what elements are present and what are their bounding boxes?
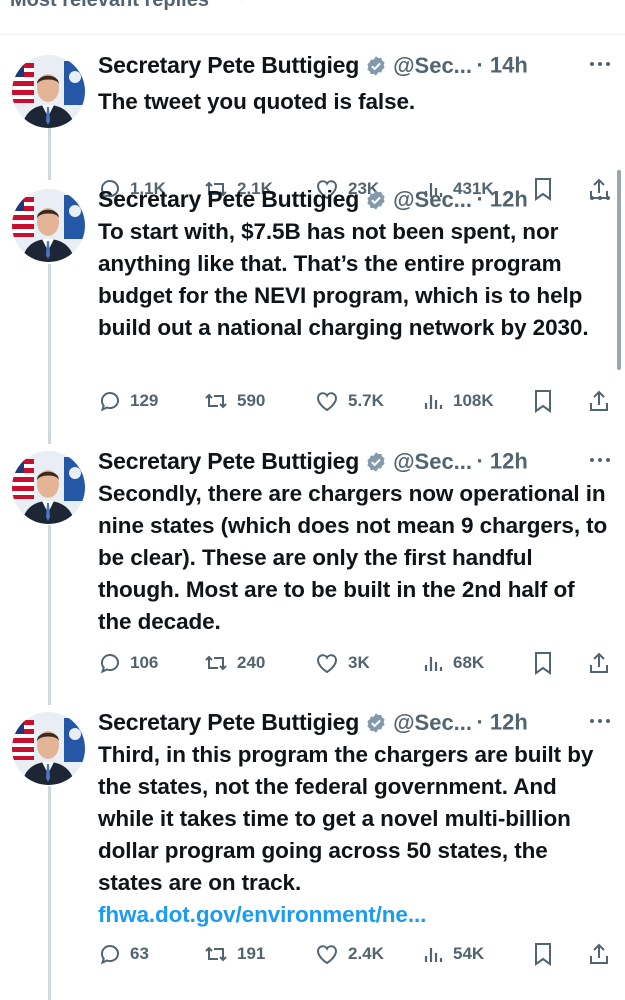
- tweet-text-content: To start with, $7.5B has not been spent,…: [98, 219, 589, 340]
- action-bar: 63 191 2.4K 54K: [98, 939, 618, 969]
- like-icon: [316, 654, 338, 674]
- author-name[interactable]: Secretary Pete Buttigieg: [98, 448, 359, 474]
- like-count: 2.4K: [348, 944, 384, 963]
- reply-button[interactable]: 129: [98, 386, 158, 416]
- author-name[interactable]: Secretary Pete Buttigieg: [98, 52, 359, 78]
- views-button[interactable]: 108K: [423, 386, 494, 416]
- tweet-link[interactable]: fhwa.dot.gov/environment/ne...: [98, 902, 426, 927]
- repost-icon: [205, 655, 227, 671]
- tweet-text: Third, in this program the chargers are …: [98, 739, 608, 931]
- reply-icon: [100, 945, 119, 965]
- repost-count: 240: [237, 653, 266, 672]
- tweet-header: Secretary Pete Buttigieg @Sec... · 12h: [98, 448, 618, 480]
- timestamp[interactable]: · 12h: [476, 710, 527, 735]
- repost-button[interactable]: 240: [203, 648, 265, 678]
- bookmark-icon[interactable]: [532, 941, 554, 967]
- author-name[interactable]: Secretary Pete Buttigieg: [98, 186, 359, 212]
- view-count: 54K: [453, 944, 485, 963]
- verified-badge-icon: [367, 55, 385, 76]
- repost-icon: [205, 946, 227, 962]
- bookmark-button[interactable]: [532, 648, 562, 678]
- bookmark-button[interactable]: [532, 939, 562, 969]
- avatar[interactable]: [12, 451, 85, 524]
- views-icon: [424, 657, 443, 671]
- timestamp[interactable]: · 14h: [476, 53, 527, 78]
- view-count: 68K: [453, 653, 485, 672]
- more-icon[interactable]: [588, 56, 612, 72]
- tweet-text: To start with, $7.5B has not been spent,…: [98, 216, 608, 344]
- tweet-header: Secretary Pete Buttigieg @Sec... · 12h: [98, 186, 618, 218]
- reply-tweet[interactable]: Secretary Pete Buttigieg @Sec... · 12h Se…: [0, 448, 625, 680]
- more-icon[interactable]: [588, 452, 612, 468]
- tweet-text-content: Secondly, there are chargers now operati…: [98, 481, 608, 634]
- tweet-text: The tweet you quoted is false.: [98, 86, 608, 118]
- reply-count: 106: [130, 653, 159, 672]
- reply-button[interactable]: 63: [98, 939, 149, 969]
- repost-icon: [205, 393, 227, 409]
- like-count: 5.7K: [348, 391, 384, 410]
- share-icon[interactable]: [587, 388, 611, 414]
- avatar[interactable]: [12, 55, 85, 128]
- reply-count: 129: [130, 391, 159, 410]
- author-handle[interactable]: @Sec...: [393, 187, 472, 212]
- chevron-down-icon: [240, 0, 242, 1]
- tweet-text: Secondly, there are chargers now operati…: [98, 478, 608, 638]
- reply-icon: [100, 654, 119, 674]
- like-button[interactable]: 5.7K: [314, 386, 384, 416]
- replies-sort-header[interactable]: Most relevant replies: [0, 0, 625, 35]
- tweet-header: Secretary Pete Buttigieg @Sec... · 14h: [98, 52, 618, 84]
- timestamp[interactable]: · 12h: [476, 187, 527, 212]
- share-button[interactable]: [587, 648, 619, 678]
- reply-tweet[interactable]: Secretary Pete Buttigieg @Sec... · 12h To…: [0, 186, 625, 418]
- reply-tweet[interactable]: Secretary Pete Buttigieg @Sec... · 14h Th…: [0, 52, 625, 206]
- scrollbar[interactable]: [617, 170, 621, 370]
- reply-icon: [100, 392, 119, 412]
- sort-label: Most relevant replies: [10, 0, 209, 11]
- repost-count: 590: [237, 391, 266, 410]
- views-button[interactable]: 54K: [423, 939, 484, 969]
- share-button[interactable]: [587, 939, 619, 969]
- verified-badge-icon: [367, 189, 385, 210]
- views-button[interactable]: 68K: [423, 648, 484, 678]
- avatar[interactable]: [12, 712, 85, 785]
- like-button[interactable]: 3K: [314, 648, 370, 678]
- bookmark-button[interactable]: [532, 386, 562, 416]
- more-icon[interactable]: [588, 713, 612, 729]
- tweet-header: Secretary Pete Buttigieg @Sec... · 12h: [98, 709, 618, 741]
- author-handle[interactable]: @Sec...: [393, 710, 472, 735]
- views-icon: [424, 395, 443, 409]
- share-icon[interactable]: [587, 941, 611, 967]
- tweet-text-content: The tweet you quoted is false.: [98, 89, 416, 114]
- repost-button[interactable]: 590: [203, 386, 265, 416]
- author-handle[interactable]: @Sec...: [393, 53, 472, 78]
- reply-tweet[interactable]: Secretary Pete Buttigieg @Sec... · 12h Th…: [0, 709, 625, 971]
- timestamp[interactable]: · 12h: [476, 449, 527, 474]
- view-count: 108K: [453, 391, 494, 410]
- like-icon: [316, 392, 338, 412]
- repost-button[interactable]: 191: [203, 939, 265, 969]
- action-bar: 129 590 5.7K 108K: [98, 386, 618, 416]
- views-icon: [424, 948, 443, 962]
- reply-button[interactable]: 106: [98, 648, 158, 678]
- author-handle[interactable]: @Sec...: [393, 449, 472, 474]
- repost-count: 191: [237, 944, 266, 963]
- more-icon[interactable]: [588, 190, 612, 206]
- like-count: 3K: [348, 653, 370, 672]
- bookmark-icon[interactable]: [532, 650, 554, 676]
- action-bar: 106 240 3K 68K: [98, 648, 618, 678]
- verified-badge-icon: [367, 451, 385, 472]
- author-name[interactable]: Secretary Pete Buttigieg: [98, 709, 359, 735]
- bookmark-icon[interactable]: [532, 388, 554, 414]
- like-button[interactable]: 2.4K: [314, 939, 384, 969]
- like-icon: [316, 945, 338, 965]
- tweet-text-content: Third, in this program the chargers are …: [98, 742, 594, 895]
- share-button[interactable]: [587, 386, 619, 416]
- reply-count: 63: [130, 944, 149, 963]
- verified-badge-icon: [367, 712, 385, 733]
- avatar[interactable]: [12, 189, 85, 262]
- share-icon[interactable]: [587, 650, 611, 676]
